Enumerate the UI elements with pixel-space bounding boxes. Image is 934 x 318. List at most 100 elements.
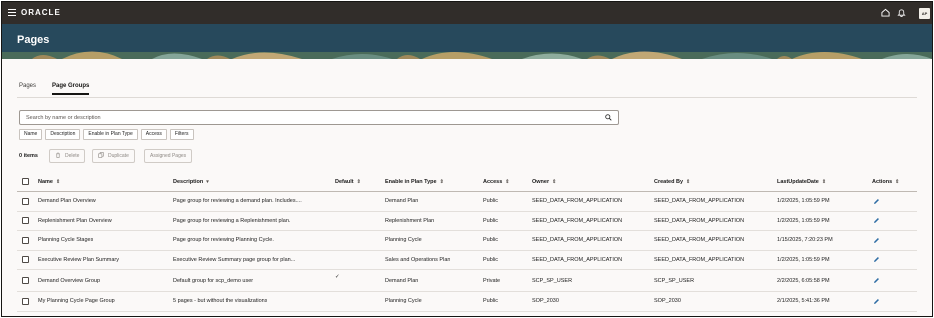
user-avatar[interactable]: AP [919, 8, 930, 19]
assigned-pages-button[interactable]: Assigned Pages [144, 149, 193, 163]
access-cell: Public [483, 217, 498, 224]
notifications-icon[interactable] [897, 8, 906, 17]
sort-icon[interactable]: ⇕ [56, 179, 60, 185]
edit-icon[interactable] [873, 277, 880, 284]
table-row[interactable]: Executive Review Plan Summary Executive … [17, 251, 917, 270]
home-icon[interactable] [881, 8, 890, 17]
row-checkbox[interactable] [22, 236, 29, 244]
edit-icon[interactable] [873, 217, 880, 224]
name-cell[interactable]: Demand Plan Overview [38, 192, 96, 211]
assigned-pages-label: Assigned Pages [150, 153, 187, 159]
sort-icon[interactable]: ⇕ [505, 179, 509, 185]
row-checkbox[interactable] [22, 297, 29, 305]
sort-icon[interactable]: ⇕ [440, 179, 444, 185]
row-checkbox[interactable] [22, 256, 29, 264]
delete-label: Delete [65, 153, 80, 159]
column-header-name[interactable]: Name ⇕ [38, 172, 60, 191]
row-checkbox[interactable] [22, 217, 29, 225]
sort-icon[interactable]: ⇕ [895, 179, 899, 185]
items-count: 0 items [19, 153, 38, 159]
created-by-cell: SEED_DATA_FROM_APPLICATION [654, 217, 745, 224]
row-checkbox[interactable] [22, 197, 29, 205]
banner-pattern [2, 51, 932, 59]
row-select-cell [22, 292, 29, 311]
table-row[interactable]: Demand Plan Overview Page group for revi… [17, 192, 917, 212]
row-select-cell [22, 231, 29, 250]
edit-icon[interactable] [873, 237, 880, 244]
description-cell: Executive Review Summary page group for … [173, 256, 296, 263]
sort-icon[interactable]: ⇕ [822, 179, 826, 185]
owner-cell: SCP_SP_USER [532, 277, 573, 284]
plan-type-cell: Demand Plan [385, 277, 419, 284]
column-header-plan-type[interactable]: Enable in Plan Type ⇕ [385, 172, 444, 191]
duplicate-icon [98, 152, 104, 158]
owner-cell: SEED_DATA_FROM_APPLICATION [532, 217, 623, 224]
default-checkmark: ✓ [335, 274, 340, 280]
access-cell: Public [483, 198, 498, 205]
actions-cell [873, 270, 880, 291]
column-header-default[interactable]: Default ⇕ [335, 172, 361, 191]
edit-icon[interactable] [873, 256, 880, 263]
chip-enable-in-plan-type[interactable]: Enable in Plan Type [83, 129, 138, 140]
chip-filters[interactable]: Filters [169, 129, 194, 140]
edit-icon[interactable] [873, 198, 880, 205]
column-header-access[interactable]: Access ⇕ [483, 172, 509, 191]
name-cell[interactable]: Demand Overview Group [38, 270, 100, 291]
tab-page-groups[interactable]: Page Groups [52, 83, 89, 89]
name-cell[interactable]: Planning Cycle Stages [38, 231, 93, 250]
top-bar: ORACLE AP [2, 2, 932, 24]
table-row[interactable]: My Planning Cycle Page Group 5 pages - b… [17, 292, 917, 312]
table-row[interactable]: Demand Overview Group Default group for … [17, 270, 917, 292]
duplicate-button[interactable]: Duplicate [92, 149, 135, 163]
chip-name[interactable]: Name [19, 129, 43, 140]
plan-type-cell: Replenishment Plan [385, 217, 435, 224]
column-header-created-by[interactable]: Created By ⇕ [654, 172, 690, 191]
name-cell[interactable]: Executive Review Plan Summary [38, 251, 119, 270]
menu-icon[interactable] [8, 9, 16, 16]
actions-cell [873, 251, 880, 270]
table-row[interactable]: Planning Cycle Stages Page group for rev… [17, 231, 917, 251]
last-update-cell: 2/2/2025, 6:05:58 PM [777, 277, 830, 284]
delete-button[interactable]: Delete [49, 149, 86, 163]
search-box [19, 110, 619, 125]
last-update-cell: 1/2/2025, 1:05:59 PM [777, 198, 830, 205]
row-checkbox[interactable] [22, 277, 29, 284]
select-all-checkbox[interactable] [22, 178, 29, 185]
plan-type-cell: Sales and Operations Plan [385, 256, 451, 263]
column-header-owner[interactable]: Owner ⇕ [532, 172, 556, 191]
page-banner: Pages [2, 24, 932, 59]
table-row[interactable]: Replenishment Plan Overview Page group f… [17, 212, 917, 231]
sort-icon[interactable]: ⇕ [686, 179, 690, 185]
duplicate-label: Duplicate [108, 153, 129, 159]
name-cell[interactable]: My Planning Cycle Page Group [38, 292, 115, 311]
access-cell: Public [483, 256, 498, 263]
tabs-divider [17, 97, 917, 98]
sort-icon[interactable]: ⇕ [357, 179, 361, 185]
owner-cell: SEED_DATA_FROM_APPLICATION [532, 198, 623, 205]
last-update-cell: 1/2/2025, 1:05:59 PM [777, 217, 830, 224]
row-select-cell [22, 212, 29, 231]
app-window: ORACLE AP Pages Pages Page Groups Search… [1, 1, 933, 317]
created-by-cell: SEED_DATA_FROM_APPLICATION [654, 198, 745, 205]
chip-description[interactable]: Description [45, 129, 81, 140]
tab-pages[interactable]: Pages [19, 83, 36, 89]
plan-type-cell: Planning Cycle [385, 298, 422, 305]
description-cell: Default group for scp_demo user [173, 277, 254, 284]
chip-access[interactable]: Access [140, 129, 167, 140]
column-header-last-update[interactable]: LastUpdateDate ⇕ [777, 172, 826, 191]
access-cell: Private [483, 277, 501, 284]
owner-cell: SEED_DATA_FROM_APPLICATION [532, 237, 623, 244]
actions-cell [873, 231, 880, 250]
name-cell[interactable]: Replenishment Plan Overview [38, 212, 112, 231]
search-input[interactable] [20, 111, 590, 124]
search-icon[interactable] [605, 114, 612, 121]
sort-descending-icon[interactable]: ▾ [206, 179, 209, 185]
sort-icon[interactable]: ⇕ [552, 179, 556, 185]
plan-type-cell: Planning Cycle [385, 237, 422, 244]
column-header-description[interactable]: Description ▾ [173, 172, 209, 191]
owner-cell: SOP_2030 [532, 298, 559, 305]
actions-cell [873, 292, 880, 311]
description-cell: Page group for reviewing Planning Cycle. [173, 237, 274, 244]
brand-logo: ORACLE [21, 8, 61, 17]
edit-icon[interactable] [873, 298, 880, 305]
